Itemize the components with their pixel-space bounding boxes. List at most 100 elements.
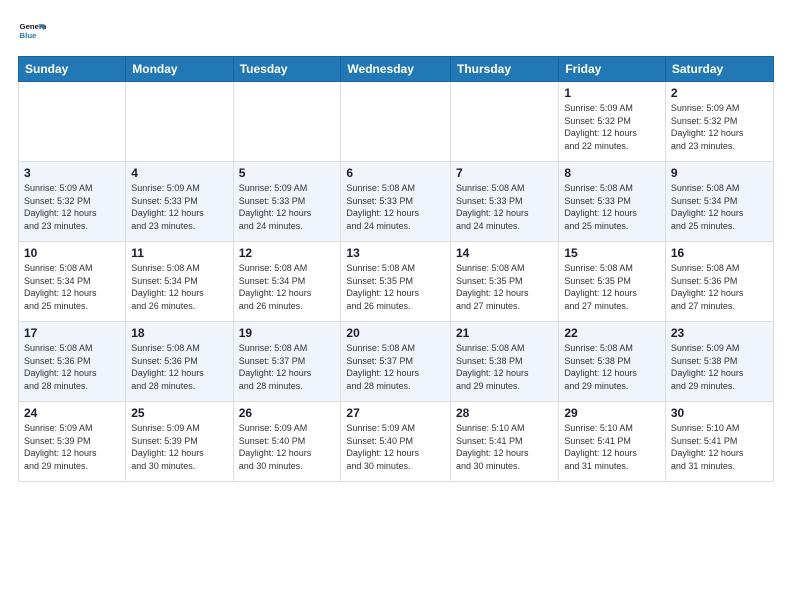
page: General Blue SundayMondayTuesdayWednesda…	[0, 0, 792, 494]
calendar-day-23: 23 Sunrise: 5:09 AMSunset: 5:38 PMDayligh…	[665, 322, 773, 402]
day-number: 30	[671, 406, 768, 420]
calendar-week-4: 17 Sunrise: 5:08 AMSunset: 5:36 PMDayligh…	[19, 322, 774, 402]
day-number: 18	[131, 326, 227, 340]
day-info: Sunrise: 5:08 AMSunset: 5:33 PMDaylight:…	[346, 182, 445, 232]
day-info: Sunrise: 5:10 AMSunset: 5:41 PMDaylight:…	[671, 422, 768, 472]
day-number: 24	[24, 406, 120, 420]
day-info: Sunrise: 5:08 AMSunset: 5:37 PMDaylight:…	[239, 342, 336, 392]
empty-cell	[451, 82, 559, 162]
calendar-day-25: 25 Sunrise: 5:09 AMSunset: 5:39 PMDayligh…	[126, 402, 233, 482]
calendar-day-18: 18 Sunrise: 5:08 AMSunset: 5:36 PMDayligh…	[126, 322, 233, 402]
calendar-day-15: 15 Sunrise: 5:08 AMSunset: 5:35 PMDayligh…	[559, 242, 666, 322]
calendar-day-9: 9 Sunrise: 5:08 AMSunset: 5:34 PMDaylight…	[665, 162, 773, 242]
calendar-day-29: 29Sunrise: 5:10 AMSunset: 5:41 PMDayligh…	[559, 402, 666, 482]
calendar-week-5: 24 Sunrise: 5:09 AMSunset: 5:39 PMDayligh…	[19, 402, 774, 482]
day-info: Sunrise: 5:10 AMSunset: 5:41 PMDaylight:…	[456, 422, 553, 472]
calendar-day-14: 14 Sunrise: 5:08 AMSunset: 5:35 PMDayligh…	[451, 242, 559, 322]
empty-cell	[341, 82, 451, 162]
logo: General Blue	[18, 18, 50, 46]
svg-text:Blue: Blue	[20, 31, 38, 40]
day-number: 7	[456, 166, 553, 180]
day-info: Sunrise: 5:09 AMSunset: 5:39 PMDaylight:…	[24, 422, 120, 472]
day-info: Sunrise: 5:08 AMSunset: 5:36 PMDaylight:…	[131, 342, 227, 392]
day-info: Sunrise: 5:08 AMSunset: 5:34 PMDaylight:…	[239, 262, 336, 312]
calendar-day-20: 20Sunrise: 5:08 AMSunset: 5:37 PMDayligh…	[341, 322, 451, 402]
day-info: Sunrise: 5:09 AMSunset: 5:33 PMDaylight:…	[131, 182, 227, 232]
header: General Blue	[18, 18, 774, 46]
day-number: 29	[564, 406, 660, 420]
calendar-day-11: 11Sunrise: 5:08 AMSunset: 5:34 PMDayligh…	[126, 242, 233, 322]
calendar-day-2: 2 Sunrise: 5:09 AMSunset: 5:32 PMDaylight…	[665, 82, 773, 162]
calendar-day-16: 16 Sunrise: 5:08 AMSunset: 5:36 PMDayligh…	[665, 242, 773, 322]
day-info: Sunrise: 5:08 AMSunset: 5:34 PMDaylight:…	[24, 262, 120, 312]
day-number: 15	[564, 246, 660, 260]
day-number: 19	[239, 326, 336, 340]
calendar-day-5: 5Sunrise: 5:09 AMSunset: 5:33 PMDaylight…	[233, 162, 341, 242]
day-info: Sunrise: 5:09 AMSunset: 5:38 PMDaylight:…	[671, 342, 768, 392]
day-number: 17	[24, 326, 120, 340]
day-info: Sunrise: 5:09 AMSunset: 5:32 PMDaylight:…	[671, 102, 768, 152]
calendar-day-22: 22 Sunrise: 5:08 AMSunset: 5:38 PMDayligh…	[559, 322, 666, 402]
calendar-table: SundayMondayTuesdayWednesdayThursdayFrid…	[18, 56, 774, 482]
day-number: 6	[346, 166, 445, 180]
day-number: 11	[131, 246, 227, 260]
day-info: Sunrise: 5:08 AMSunset: 5:36 PMDaylight:…	[671, 262, 768, 312]
day-number: 27	[346, 406, 445, 420]
day-number: 10	[24, 246, 120, 260]
day-number: 5	[239, 166, 336, 180]
day-info: Sunrise: 5:08 AMSunset: 5:35 PMDaylight:…	[346, 262, 445, 312]
day-number: 16	[671, 246, 768, 260]
day-number: 9	[671, 166, 768, 180]
day-info: Sunrise: 5:08 AMSunset: 5:33 PMDaylight:…	[564, 182, 660, 232]
empty-cell	[126, 82, 233, 162]
empty-cell	[19, 82, 126, 162]
day-info: Sunrise: 5:09 AMSunset: 5:40 PMDaylight:…	[239, 422, 336, 472]
day-number: 26	[239, 406, 336, 420]
day-info: Sunrise: 5:08 AMSunset: 5:35 PMDaylight:…	[564, 262, 660, 312]
day-info: Sunrise: 5:09 AMSunset: 5:39 PMDaylight:…	[131, 422, 227, 472]
day-info: Sunrise: 5:08 AMSunset: 5:38 PMDaylight:…	[456, 342, 553, 392]
weekday-header-thursday: Thursday	[451, 57, 559, 82]
calendar-day-19: 19 Sunrise: 5:08 AMSunset: 5:37 PMDayligh…	[233, 322, 341, 402]
calendar-week-1: 1 Sunrise: 5:09 AMSunset: 5:32 PMDaylight…	[19, 82, 774, 162]
calendar-day-26: 26 Sunrise: 5:09 AMSunset: 5:40 PMDayligh…	[233, 402, 341, 482]
day-number: 1	[564, 86, 660, 100]
calendar-day-17: 17Sunrise: 5:08 AMSunset: 5:36 PMDayligh…	[19, 322, 126, 402]
day-info: Sunrise: 5:08 AMSunset: 5:33 PMDaylight:…	[456, 182, 553, 232]
calendar-day-28: 28 Sunrise: 5:10 AMSunset: 5:41 PMDayligh…	[451, 402, 559, 482]
calendar-day-21: 21Sunrise: 5:08 AMSunset: 5:38 PMDayligh…	[451, 322, 559, 402]
day-number: 14	[456, 246, 553, 260]
calendar-day-24: 24 Sunrise: 5:09 AMSunset: 5:39 PMDayligh…	[19, 402, 126, 482]
day-info: Sunrise: 5:08 AMSunset: 5:37 PMDaylight:…	[346, 342, 445, 392]
day-number: 13	[346, 246, 445, 260]
day-info: Sunrise: 5:09 AMSunset: 5:32 PMDaylight:…	[564, 102, 660, 152]
calendar-day-10: 10 Sunrise: 5:08 AMSunset: 5:34 PMDayligh…	[19, 242, 126, 322]
logo-icon: General Blue	[18, 18, 46, 46]
day-number: 23	[671, 326, 768, 340]
day-number: 8	[564, 166, 660, 180]
calendar-week-2: 3 Sunrise: 5:09 AMSunset: 5:32 PMDaylight…	[19, 162, 774, 242]
day-info: Sunrise: 5:08 AMSunset: 5:38 PMDaylight:…	[564, 342, 660, 392]
calendar-day-27: 27 Sunrise: 5:09 AMSunset: 5:40 PMDayligh…	[341, 402, 451, 482]
calendar-day-4: 4 Sunrise: 5:09 AMSunset: 5:33 PMDaylight…	[126, 162, 233, 242]
calendar-day-3: 3 Sunrise: 5:09 AMSunset: 5:32 PMDaylight…	[19, 162, 126, 242]
weekday-header-wednesday: Wednesday	[341, 57, 451, 82]
weekday-header-sunday: Sunday	[19, 57, 126, 82]
day-number: 4	[131, 166, 227, 180]
weekday-header-saturday: Saturday	[665, 57, 773, 82]
calendar-day-30: 30 Sunrise: 5:10 AMSunset: 5:41 PMDayligh…	[665, 402, 773, 482]
day-info: Sunrise: 5:09 AMSunset: 5:32 PMDaylight:…	[24, 182, 120, 232]
day-info: Sunrise: 5:08 AMSunset: 5:35 PMDaylight:…	[456, 262, 553, 312]
calendar-day-12: 12Sunrise: 5:08 AMSunset: 5:34 PMDayligh…	[233, 242, 341, 322]
day-info: Sunrise: 5:09 AMSunset: 5:40 PMDaylight:…	[346, 422, 445, 472]
calendar-day-8: 8 Sunrise: 5:08 AMSunset: 5:33 PMDaylight…	[559, 162, 666, 242]
day-number: 22	[564, 326, 660, 340]
day-number: 3	[24, 166, 120, 180]
calendar-day-6: 6 Sunrise: 5:08 AMSunset: 5:33 PMDaylight…	[341, 162, 451, 242]
calendar-header-row: SundayMondayTuesdayWednesdayThursdayFrid…	[19, 57, 774, 82]
day-number: 25	[131, 406, 227, 420]
day-number: 2	[671, 86, 768, 100]
day-number: 28	[456, 406, 553, 420]
weekday-header-tuesday: Tuesday	[233, 57, 341, 82]
day-info: Sunrise: 5:08 AMSunset: 5:34 PMDaylight:…	[671, 182, 768, 232]
